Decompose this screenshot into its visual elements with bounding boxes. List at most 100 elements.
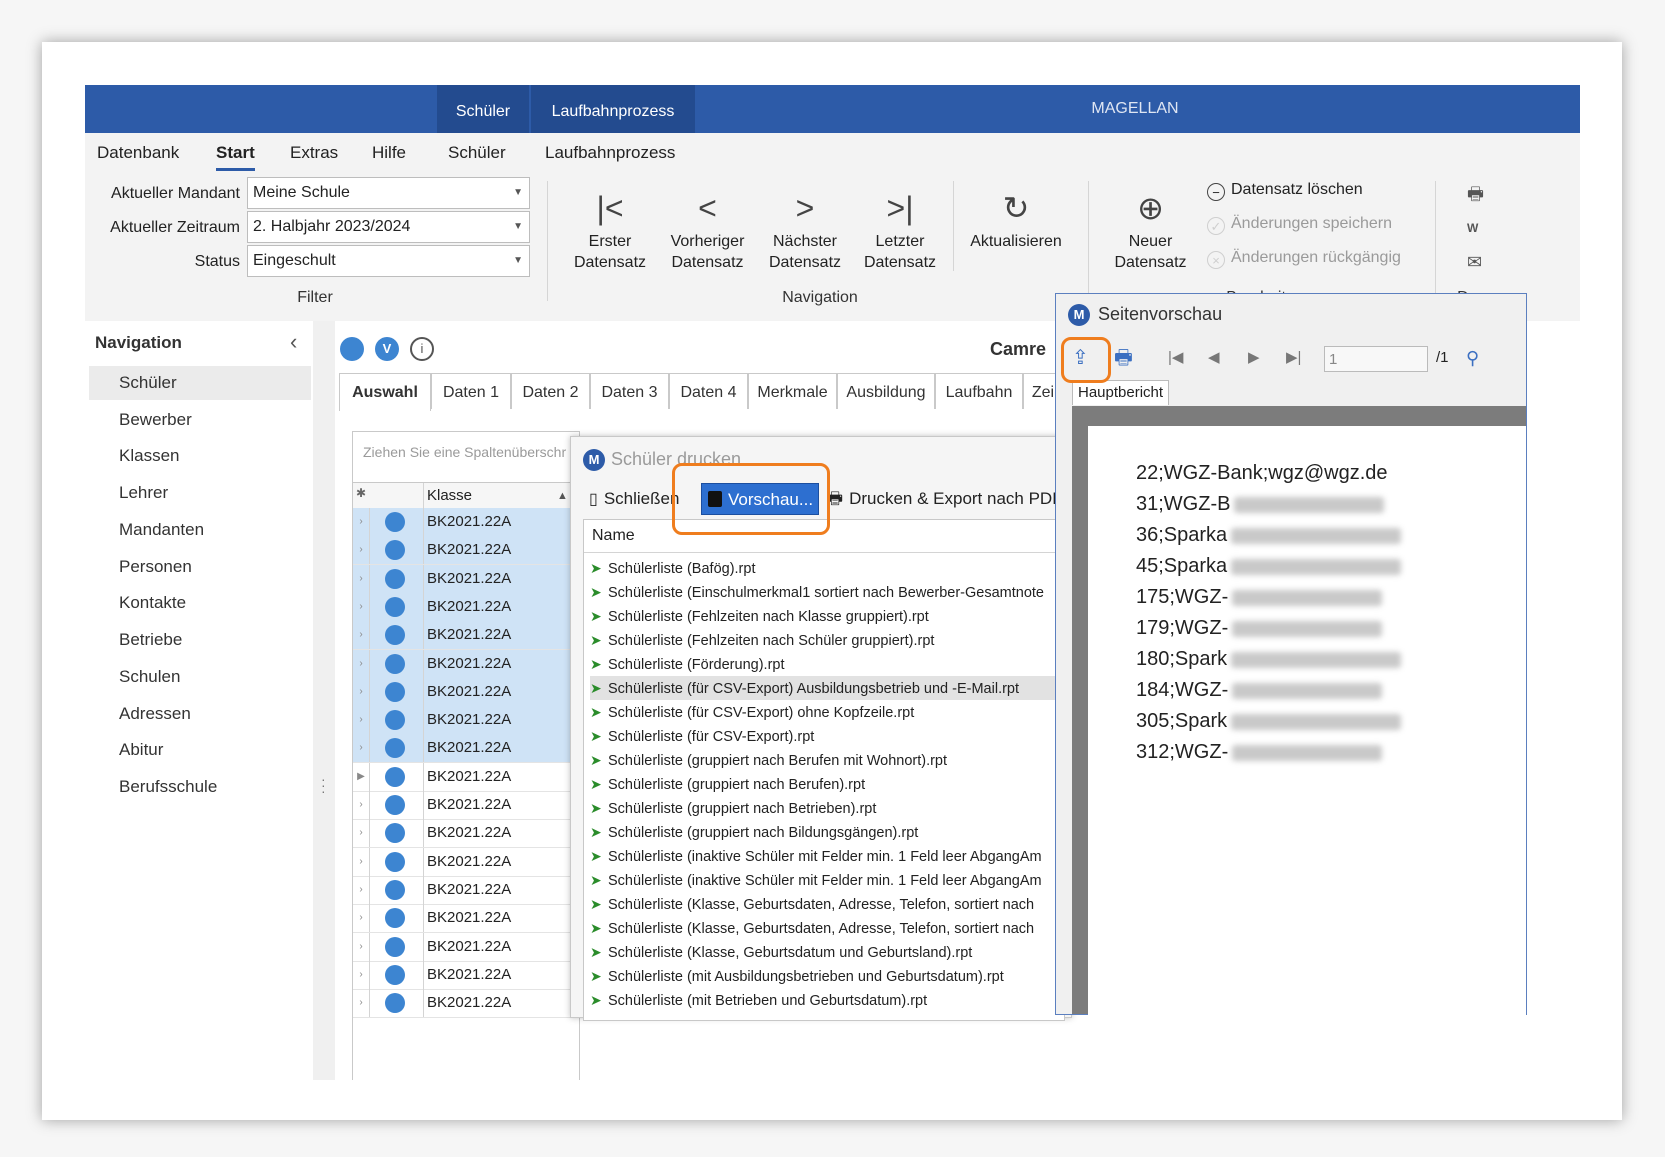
sidebar-item-abitur[interactable]: Abitur xyxy=(89,733,311,767)
word-icon[interactable]: W xyxy=(1467,211,1484,245)
report-item[interactable]: ➤ Schülerliste (gruppiert nach Berufen).r… xyxy=(590,772,1060,796)
row-expand-icon[interactable]: › xyxy=(353,960,370,989)
sidebar-item-betriebe[interactable]: Betriebe xyxy=(89,623,311,657)
row-expand-icon[interactable]: › xyxy=(353,791,370,819)
sidebar-item-lehrer[interactable]: Lehrer xyxy=(89,476,311,510)
tab-daten-3[interactable]: Daten 3 xyxy=(590,373,669,409)
tab-daten-1[interactable]: Daten 1 xyxy=(431,373,511,409)
menu-extras[interactable]: Extras xyxy=(290,133,338,171)
row-expand-icon[interactable]: › xyxy=(353,847,370,876)
report-item[interactable]: ➤ Schülerliste (Klasse, Geburtsdaten, Adr… xyxy=(590,916,1060,940)
collapse-chevron-icon[interactable]: ‹ xyxy=(290,329,297,355)
context-tab-laufbahnprozess[interactable]: Laufbahnprozess xyxy=(531,85,695,133)
sidebar-item-adressen[interactable]: Adressen xyxy=(89,697,311,731)
sidebar-item-klassen[interactable]: Klassen xyxy=(89,439,311,473)
close-button[interactable]: ▯ Schließen xyxy=(589,483,679,515)
report-item[interactable]: ➤ Schülerliste (Bafög).rpt xyxy=(590,556,1060,580)
report-item[interactable]: ➤ Schülerliste (Förderung).rpt xyxy=(590,652,1060,676)
tab-auswahl[interactable]: Auswahl xyxy=(339,373,431,411)
report-item[interactable]: ➤ Schülerliste (gruppiert nach Bildungsgä… xyxy=(590,820,1060,844)
table-row[interactable]: › BK2021.22A xyxy=(353,847,579,877)
row-expand-icon[interactable]: › xyxy=(353,592,370,621)
tab-laufbahn[interactable]: Laufbahn xyxy=(935,373,1023,409)
sidebar-item-mandanten[interactable]: Mandanten xyxy=(89,513,311,547)
row-expand-icon[interactable]: › xyxy=(353,508,370,536)
mail-icon[interactable]: ✉ xyxy=(1467,245,1484,279)
report-item[interactable]: ➤ Schülerliste (Fehlzeiten nach Schüler g… xyxy=(590,628,1060,652)
table-row[interactable]: › BK2021.22A xyxy=(353,706,579,736)
report-item[interactable]: ➤ Schülerliste (mit Betrieben und Geburts… xyxy=(590,988,1060,1012)
report-item[interactable]: ➤ Schülerliste (inaktive Schüler mit Feld… xyxy=(590,868,1060,892)
row-expand-icon[interactable]: › xyxy=(353,536,370,565)
row-expand-icon[interactable]: › xyxy=(353,649,370,678)
report-item[interactable]: ➤ Schülerliste (gruppiert nach Berufen mi… xyxy=(590,748,1060,772)
row-expand-icon[interactable]: › xyxy=(353,621,370,650)
report-item[interactable]: ➤ Schülerliste (inaktive Schüler mit Feld… xyxy=(590,844,1060,868)
table-row[interactable]: › BK2021.22A xyxy=(353,819,579,849)
refresh-button[interactable]: ↻ Aktualisieren xyxy=(961,185,1071,252)
context-tab-schueler[interactable]: Schüler xyxy=(437,85,529,133)
menu-start[interactable]: Start xyxy=(216,133,255,171)
printer-icon[interactable]: 🖶 xyxy=(1114,342,1133,374)
chevron-down-icon[interactable]: ▼ xyxy=(513,246,523,276)
report-item[interactable]: ➤ Schülerliste (Klasse, Geburtsdatum und … xyxy=(590,940,1060,964)
sidebar-item-bewerber[interactable]: Bewerber xyxy=(89,403,311,437)
row-expand-icon[interactable]: › xyxy=(353,932,370,961)
table-row[interactable]: › BK2021.22A xyxy=(353,932,579,962)
next-record-button[interactable]: > Nächster Datensatz xyxy=(760,185,850,273)
new-record-button[interactable]: ⊕ Neuer Datensatz xyxy=(1098,185,1203,273)
first-record-button[interactable]: |< Erster Datensatz xyxy=(565,185,655,273)
info-icon[interactable]: i xyxy=(410,337,434,361)
column-klasse[interactable]: Klasse xyxy=(423,483,472,509)
chevron-down-icon[interactable]: ▼ xyxy=(513,178,523,208)
row-expand-icon[interactable]: › xyxy=(353,706,370,735)
table-row[interactable]: › BK2021.22A xyxy=(353,536,579,566)
sidebar-item-personen[interactable]: Personen xyxy=(89,550,311,584)
row-expand-icon[interactable]: › xyxy=(353,677,370,706)
table-row[interactable]: › BK2021.22A xyxy=(353,649,579,679)
last-record-button[interactable]: >| Letzter Datensatz xyxy=(855,185,945,273)
report-item[interactable]: ➤ Schülerliste (gruppiert nach Betrieben)… xyxy=(590,796,1060,820)
table-row[interactable]: › BK2021.22A xyxy=(353,677,579,707)
table-row[interactable]: › BK2021.22A xyxy=(353,508,579,537)
report-item[interactable]: ➤ Schülerliste (Einschulmerkmal1 sortiert… xyxy=(590,580,1060,604)
menu-schueler[interactable]: Schüler xyxy=(448,133,506,171)
next-page-icon[interactable]: ▶ xyxy=(1248,342,1260,374)
v-badge-icon[interactable]: V xyxy=(375,337,399,361)
sidebar-item-schulen[interactable]: Schulen xyxy=(89,660,311,694)
splitter[interactable]: · · · xyxy=(313,321,335,1080)
table-row[interactable]: › BK2021.22A xyxy=(353,960,579,990)
table-row[interactable]: › BK2021.22A xyxy=(353,989,579,1019)
tab-merkmale[interactable]: Merkmale xyxy=(748,373,837,409)
sidebar-item-schueler[interactable]: Schüler xyxy=(89,366,311,400)
menu-datenbank[interactable]: Datenbank xyxy=(97,133,179,171)
undo-changes-button[interactable]: × Änderungen rückgängig xyxy=(1207,249,1401,269)
table-row[interactable]: › BK2021.22A xyxy=(353,564,579,594)
tab-daten-2[interactable]: Daten 2 xyxy=(511,373,590,409)
report-item[interactable]: ➤ Schülerliste (mit Ausbildungsbetrieben … xyxy=(590,964,1060,988)
table-row[interactable]: › BK2021.22A xyxy=(353,875,579,905)
report-item[interactable]: ➤ Schülerliste (für CSV-Export).rpt xyxy=(590,724,1060,748)
report-item[interactable]: ➤ Schülerliste (für CSV-Export) ohne Kopf… xyxy=(590,700,1060,724)
sidebar-item-berufsschule[interactable]: Berufsschule xyxy=(89,770,311,804)
mandant-combo[interactable]: Meine Schule ▼ xyxy=(247,177,530,209)
chevron-down-icon[interactable]: ▼ xyxy=(513,212,523,242)
report-item[interactable]: ➤ Schülerliste (Klasse, Geburtsdaten, Adr… xyxy=(590,892,1060,916)
save-changes-button[interactable]: ✓ Änderungen speichern xyxy=(1207,215,1392,235)
row-expand-icon[interactable]: › xyxy=(353,989,370,1018)
tab-hauptbericht[interactable]: Hauptbericht xyxy=(1072,380,1170,405)
report-item[interactable]: ➤ Schülerliste (für CSV-Export) Ausbildun… xyxy=(590,676,1060,700)
status-dot-icon[interactable] xyxy=(340,337,364,361)
row-expand-icon[interactable]: › xyxy=(353,564,370,593)
previous-page-icon[interactable]: ◀ xyxy=(1208,342,1220,374)
last-page-icon[interactable]: ▶| xyxy=(1286,342,1301,374)
row-expand-icon[interactable]: › xyxy=(353,875,370,904)
sort-asc-icon[interactable]: ▲ xyxy=(557,483,568,509)
binoculars-icon[interactable]: ⚲ xyxy=(1466,342,1479,374)
menu-hilfe[interactable]: Hilfe xyxy=(372,133,406,171)
previous-record-button[interactable]: < Vorheriger Datensatz xyxy=(660,185,755,273)
row-expand-icon[interactable]: › xyxy=(353,819,370,848)
menu-laufbahnprozess[interactable]: Laufbahnprozess xyxy=(545,133,675,171)
row-expand-icon[interactable]: › xyxy=(353,734,370,763)
table-row[interactable]: › BK2021.22A xyxy=(353,592,579,622)
